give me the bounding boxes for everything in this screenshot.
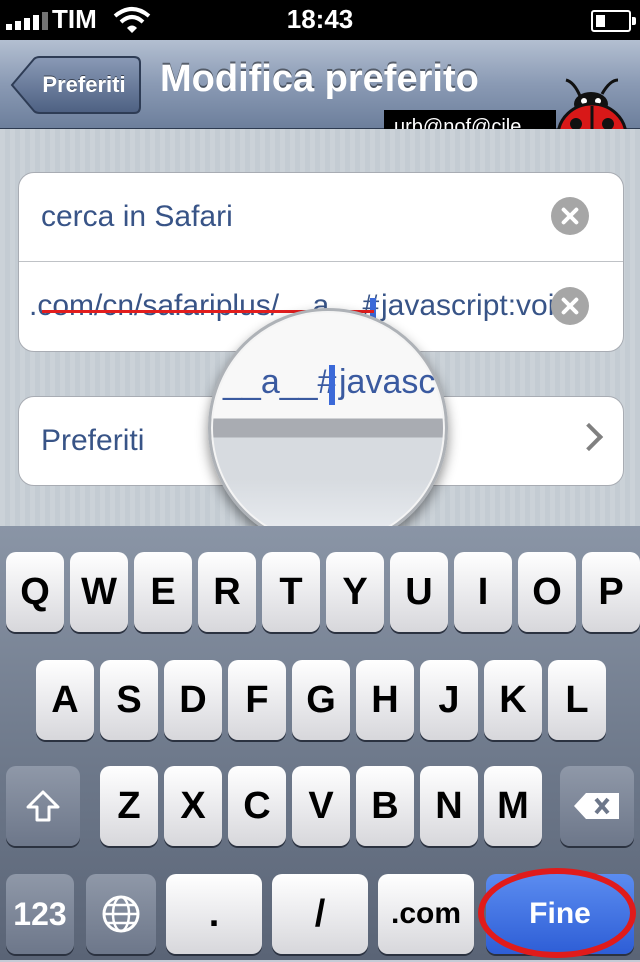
key-g[interactable]: G xyxy=(292,660,350,740)
shift-arrow-icon xyxy=(26,790,60,822)
page-title: Modifica preferito xyxy=(160,58,479,100)
dotcom-key[interactable]: .com xyxy=(378,874,474,954)
delete-key[interactable] xyxy=(560,766,634,846)
magnifier-text-left: __a__# xyxy=(223,363,337,401)
clear-title-icon[interactable] xyxy=(551,197,589,235)
backspace-icon xyxy=(574,793,619,819)
key-q[interactable]: Q xyxy=(6,552,64,632)
folder-label: Preferiti xyxy=(41,424,145,457)
text-magnifier-loupe: __a__# javasc xyxy=(208,308,448,548)
key-o[interactable]: O xyxy=(518,552,576,632)
back-button[interactable]: Preferiti xyxy=(10,55,142,115)
key-w[interactable]: W xyxy=(70,552,128,632)
key-v[interactable]: V xyxy=(292,766,350,846)
key-i[interactable]: I xyxy=(454,552,512,632)
magnifier-cursor xyxy=(329,365,335,405)
key-m[interactable]: M xyxy=(484,766,542,846)
globe-key[interactable] xyxy=(86,874,156,954)
globe-icon xyxy=(102,895,140,933)
key-p[interactable]: P xyxy=(582,552,640,632)
dot-key[interactable]: . xyxy=(166,874,262,954)
key-e[interactable]: E xyxy=(134,552,192,632)
numbers-key[interactable]: 123 xyxy=(6,874,74,954)
key-n[interactable]: N xyxy=(420,766,478,846)
key-t[interactable]: T xyxy=(262,552,320,632)
title-field-value: cerca in Safari xyxy=(41,200,233,233)
key-b[interactable]: B xyxy=(356,766,414,846)
key-u[interactable]: U xyxy=(390,552,448,632)
key-z[interactable]: Z xyxy=(100,766,158,846)
highlight-circle-annotation xyxy=(478,868,636,958)
key-f[interactable]: F xyxy=(228,660,286,740)
clock: 18:43 xyxy=(286,4,354,34)
key-h[interactable]: H xyxy=(356,660,414,740)
key-s[interactable]: S xyxy=(100,660,158,740)
key-x[interactable]: X xyxy=(164,766,222,846)
key-j[interactable]: J xyxy=(420,660,478,740)
key-y[interactable]: Y xyxy=(326,552,384,632)
slash-key[interactable]: / xyxy=(272,874,368,954)
title-field[interactable]: cerca in Safari xyxy=(19,173,623,261)
key-r[interactable]: R xyxy=(198,552,256,632)
clear-url-icon[interactable] xyxy=(551,287,589,325)
key-k[interactable]: K xyxy=(484,660,542,740)
key-c[interactable]: C xyxy=(228,766,286,846)
status-bar: TIM 18:43 xyxy=(0,0,640,40)
key-a[interactable]: A xyxy=(36,660,94,740)
chevron-right-icon xyxy=(574,422,604,452)
key-l[interactable]: L xyxy=(548,660,606,740)
magnifier-text-right: javasc xyxy=(339,363,436,401)
shift-key[interactable] xyxy=(6,766,80,846)
key-d[interactable]: D xyxy=(164,660,222,740)
back-button-label: Preferiti xyxy=(42,72,126,97)
battery-icon xyxy=(591,10,636,32)
